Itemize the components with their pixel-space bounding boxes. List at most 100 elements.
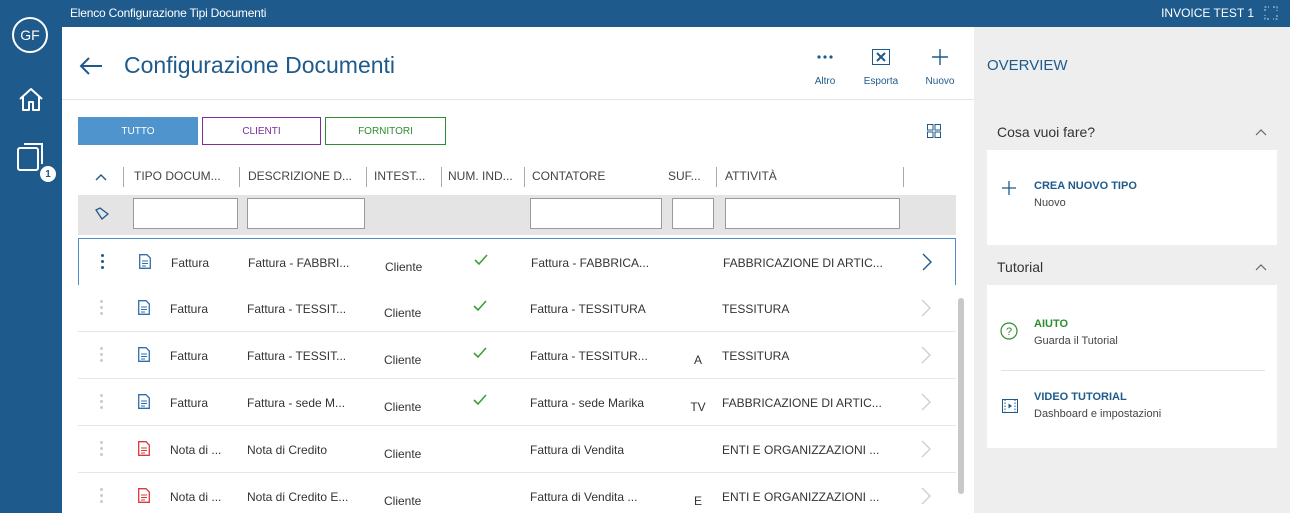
check-icon [473, 394, 487, 406]
document-icon [138, 300, 150, 315]
aiuto-link[interactable]: AIUTO [1034, 318, 1068, 330]
filter-tutto-button[interactable]: TUTTO [78, 117, 198, 145]
chevron-right-icon[interactable] [921, 440, 931, 458]
column-separator [239, 167, 240, 187]
row-menu-icon[interactable] [100, 300, 104, 318]
row-menu-icon[interactable] [101, 254, 105, 272]
col-attivita[interactable]: ATTIVITÀ [725, 169, 777, 183]
col-num-ind[interactable]: NUM. IND... [448, 169, 513, 183]
row-menu-icon[interactable] [100, 488, 104, 506]
home-icon[interactable] [17, 86, 45, 112]
clear-filter-icon[interactable] [95, 207, 109, 221]
cosa-vuoi-fare-card: Cosa vuoi fare? CREA NUOVO TIPO Nuovo [987, 115, 1277, 245]
row-menu-icon[interactable] [100, 441, 104, 459]
chevron-right-icon[interactable] [921, 487, 931, 505]
top-bar: Elenco Configurazione Tipi Documenti INV… [62, 0, 1290, 27]
plus-icon[interactable] [1001, 180, 1017, 196]
check-icon [474, 254, 488, 266]
column-separator [903, 167, 904, 187]
cell-attivita: ENTI E ORGANIZZAZIONI ... [722, 443, 880, 457]
back-arrow-icon[interactable] [78, 55, 104, 77]
table-row[interactable]: Fattura Fattura - TESSIT... Cliente Fattura… [78, 285, 956, 332]
cell-tipo: Fattura [170, 349, 209, 363]
column-separator [366, 167, 367, 187]
video-icon[interactable] [1002, 398, 1018, 414]
more-dots-icon [808, 44, 842, 70]
grid-view-icon[interactable] [927, 124, 941, 138]
check-icon [473, 300, 487, 312]
avatar[interactable]: GF [12, 17, 48, 53]
cell-intestatario: Cliente [384, 447, 422, 461]
cell-attivita: FABBRICAZIONE DI ARTIC... [722, 396, 882, 410]
table-row[interactable]: Fattura Fattura - FABBRI... Cliente Fattura… [78, 238, 956, 286]
open-windows-badge: 1 [40, 166, 56, 182]
cell-tipo: Fattura [171, 256, 210, 270]
cell-intestatario: Cliente [384, 494, 422, 508]
column-separator [716, 167, 717, 187]
cell-suffisso: A [693, 353, 702, 367]
cell-contatore: Fattura - FABBRICA... [531, 256, 650, 270]
tutorial-header[interactable]: Tutorial [987, 250, 1277, 286]
table-row[interactable]: Fattura Fattura - sede M... Cliente Fattura… [78, 379, 956, 426]
window-title: Elenco Configurazione Tipi Documenti [70, 6, 267, 20]
cosa-vuoi-fare-header[interactable]: Cosa vuoi fare? [987, 115, 1277, 151]
help-circle-icon[interactable]: ? [1000, 322, 1018, 340]
cell-tipo: Nota di ... [170, 443, 222, 457]
crea-nuovo-tipo-sub: Nuovo [1034, 197, 1066, 209]
collapse-caret-icon[interactable] [95, 173, 107, 181]
filter-contatore-input[interactable] [530, 198, 662, 229]
col-contatore[interactable]: CONTATORE [532, 169, 605, 183]
row-menu-icon[interactable] [100, 347, 104, 365]
esporta-button[interactable]: Esporta [858, 44, 904, 87]
cell-tipo: Fattura [170, 396, 209, 410]
altro-button[interactable]: Altro [808, 44, 842, 87]
crea-nuovo-tipo-link[interactable]: CREA NUOVO TIPO [1034, 180, 1137, 192]
cell-descrizione: Nota di Credito E... [247, 490, 349, 504]
cell-contatore: Fattura - TESSITURA [530, 302, 646, 316]
document-icon [138, 394, 150, 409]
cell-suffisso: TV [690, 400, 706, 414]
col-intestatario[interactable]: INTEST... [374, 169, 425, 183]
tutorial-card: Tutorial ? AIUTO Guarda il Tutorial VIDE… [987, 250, 1277, 448]
cell-descrizione: Fattura - TESSIT... [247, 302, 347, 316]
table-row[interactable]: Nota di ... Nota di Credito E... Cliente Fa… [78, 473, 956, 513]
chevron-right-icon[interactable] [921, 393, 931, 411]
row-menu-icon[interactable] [100, 394, 104, 412]
cell-contatore: Fattura - TESSITUR... [530, 349, 648, 363]
filter-tipo-input[interactable] [133, 198, 238, 229]
cell-attivita: ENTI E ORGANIZZAZIONI ... [722, 490, 880, 504]
chevron-up-icon[interactable] [1255, 127, 1267, 137]
filter-descrizione-input[interactable] [247, 198, 365, 229]
col-descrizione[interactable]: DESCRIZIONE D... [248, 169, 352, 183]
fullscreen-icon[interactable] [1264, 6, 1278, 20]
table-scrollbar[interactable] [958, 298, 964, 494]
column-separator [123, 167, 124, 187]
filter-fornitori-button[interactable]: FORNITORI [325, 117, 446, 145]
nuovo-button[interactable]: Nuovo [920, 44, 960, 87]
cell-intestatario: Cliente [385, 260, 423, 274]
aiuto-sub: Guarda il Tutorial [1034, 335, 1118, 347]
cell-intestatario: Cliente [384, 400, 422, 414]
chevron-right-icon[interactable] [922, 253, 932, 271]
plus-icon [920, 44, 960, 70]
company-name[interactable]: INVOICE TEST 1 [1161, 6, 1254, 20]
chevron-right-icon[interactable] [921, 346, 931, 364]
cell-descrizione: Fattura - sede M... [247, 396, 346, 410]
chevron-up-icon[interactable] [1255, 262, 1267, 272]
col-suffisso[interactable]: SUF... [668, 169, 701, 183]
col-tipo-documento[interactable]: TIPO DOCUM... [134, 169, 221, 183]
filter-clienti-button[interactable]: CLIENTI [202, 117, 321, 145]
chevron-right-icon[interactable] [921, 299, 931, 317]
excel-icon [858, 44, 904, 70]
cell-tipo: Fattura [170, 302, 209, 316]
cell-contatore: Fattura di Vendita ... [530, 490, 638, 504]
filter-attivita-input[interactable] [725, 198, 900, 229]
cell-attivita: TESSITURA [722, 349, 790, 363]
table-row[interactable]: Fattura Fattura - TESSIT... Cliente Fattura… [78, 332, 956, 379]
overview-panel: OVERVIEW Cosa vuoi fare? CREA NUOVO TIPO… [974, 27, 1290, 513]
table-row[interactable]: Nota di ... Nota di Credito Cliente Fattura… [78, 426, 956, 473]
cell-attivita: TESSITURA [722, 302, 790, 316]
video-tutorial-link[interactable]: VIDEO TUTORIAL [1034, 391, 1127, 403]
filter-suffisso-input[interactable] [672, 198, 714, 229]
tutorial-title: Tutorial [997, 259, 1044, 275]
